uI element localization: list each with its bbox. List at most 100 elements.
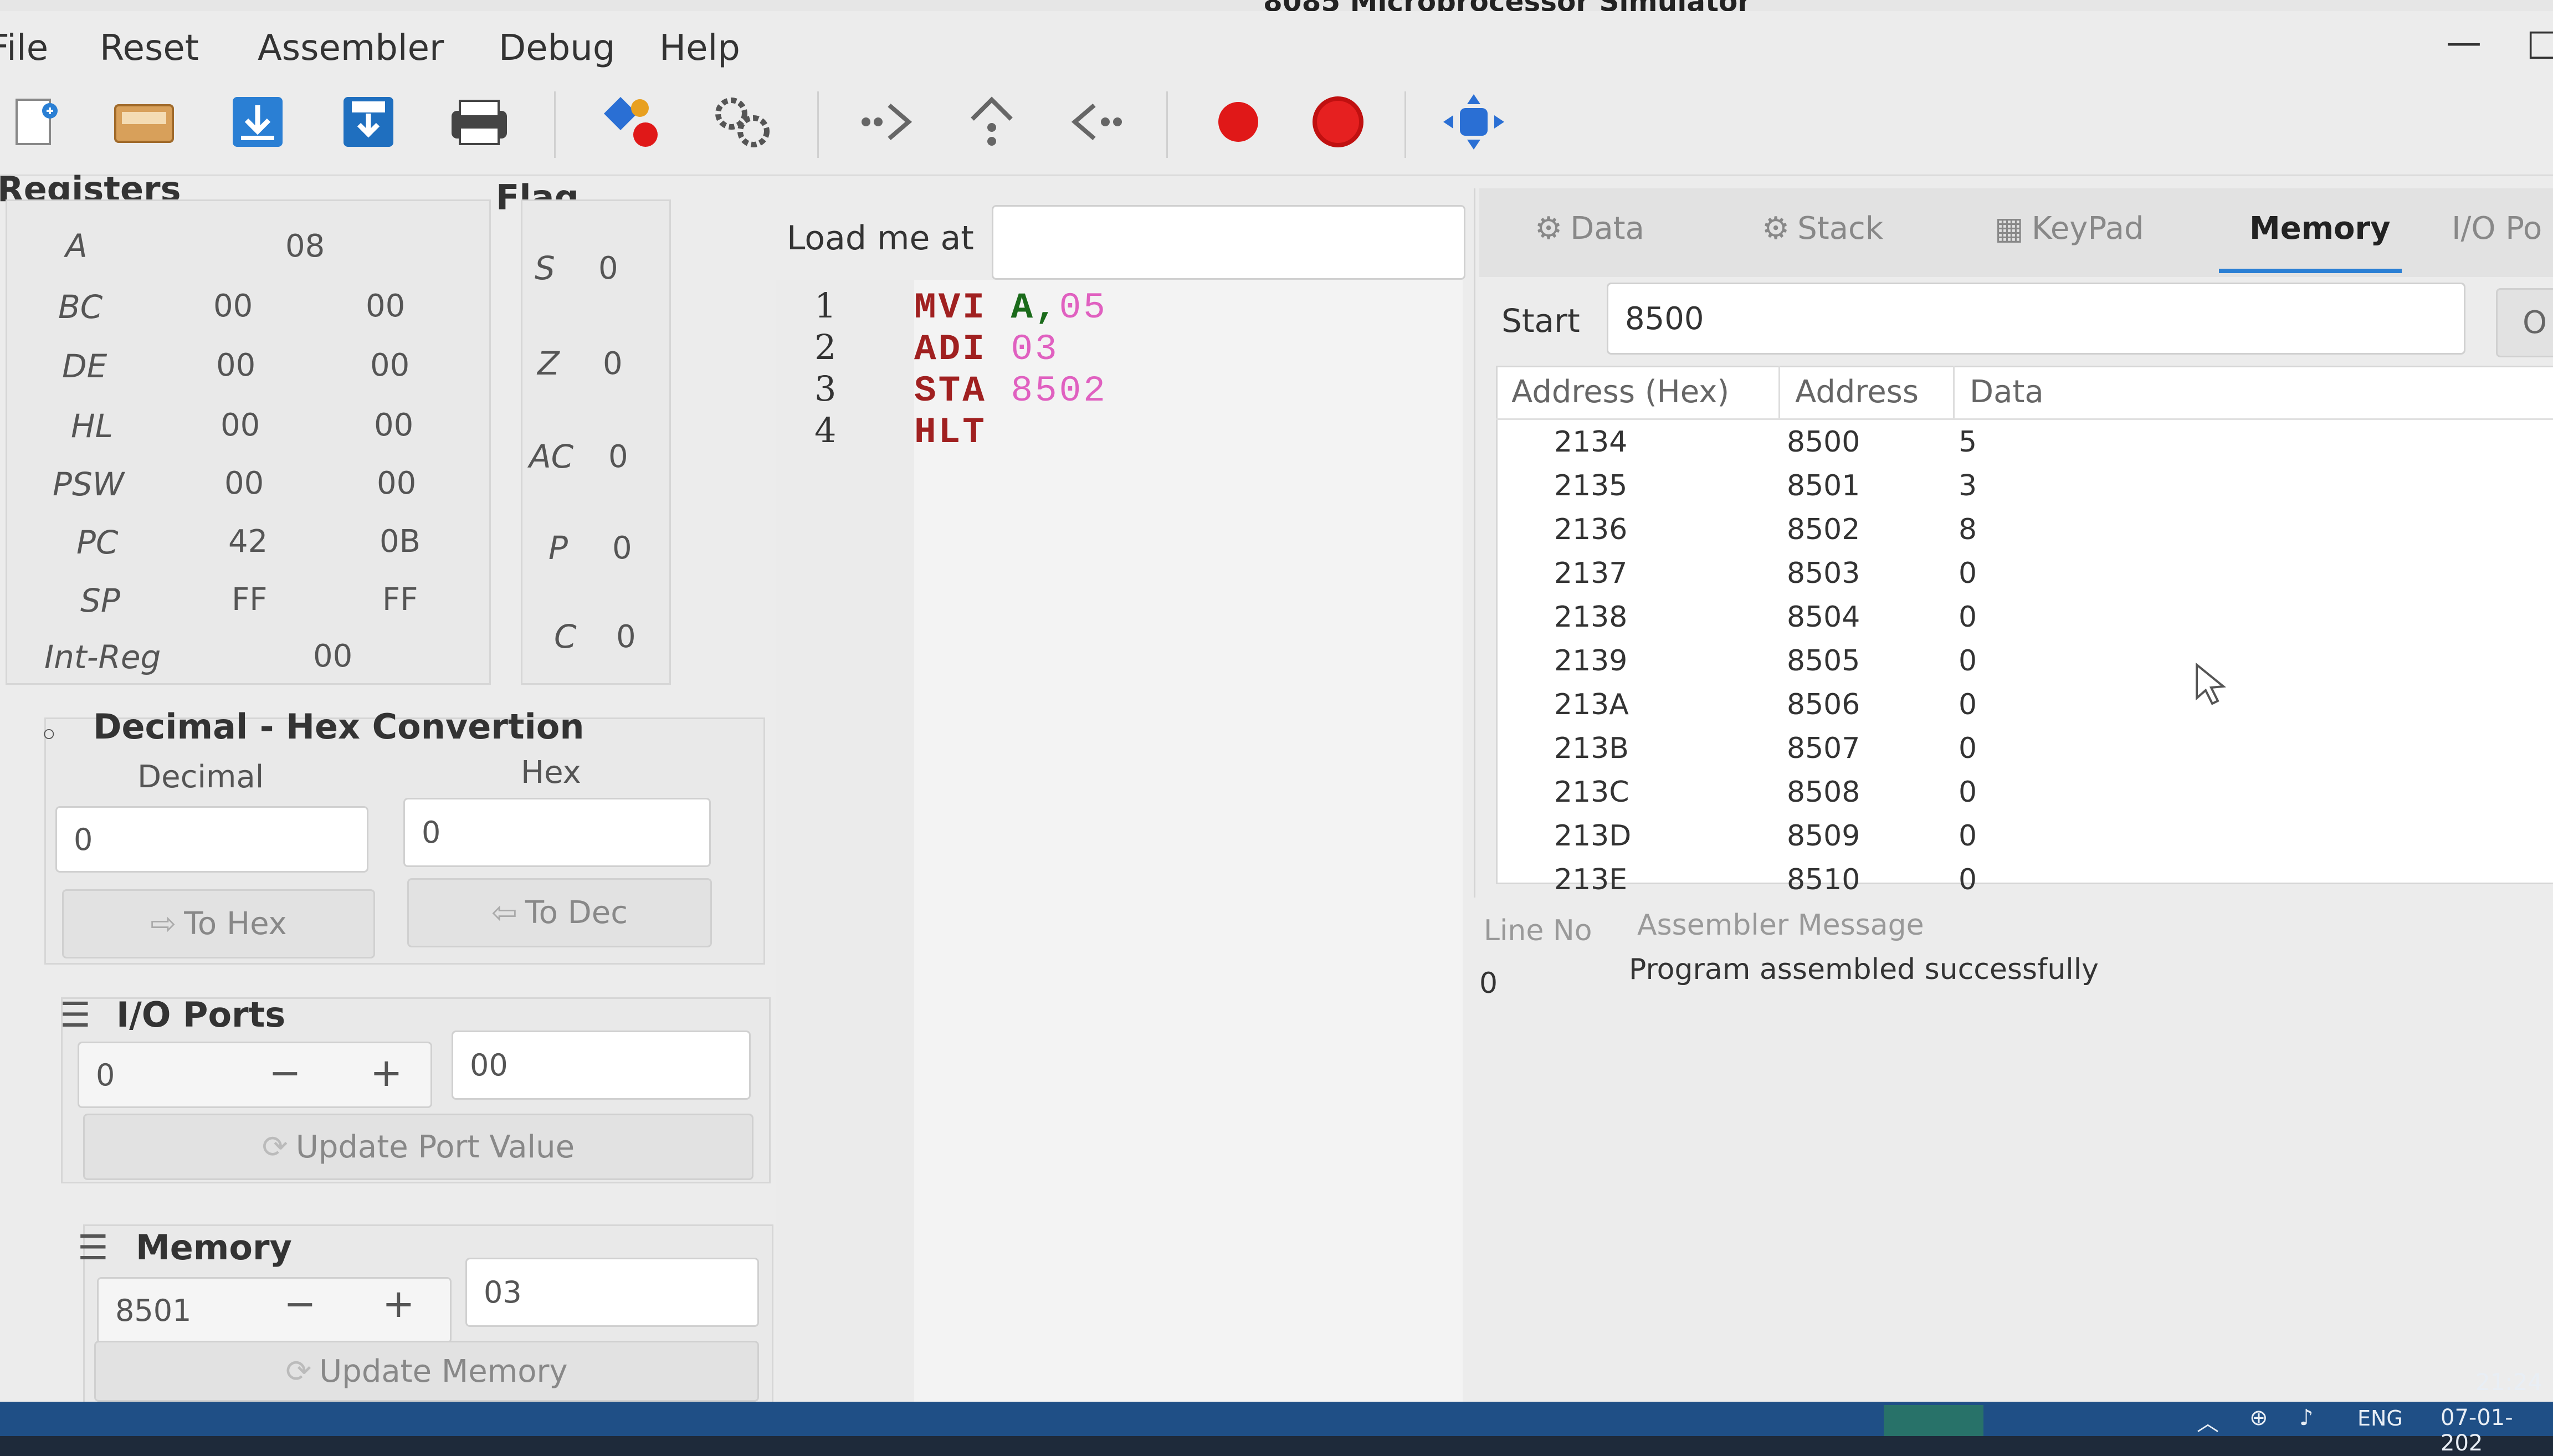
cell-data: 0 xyxy=(1959,644,1977,678)
language-indicator[interactable]: ENG xyxy=(2357,1406,2403,1431)
tab-data[interactable]: ⚙ Data xyxy=(1535,211,1644,247)
table-row[interactable] xyxy=(1498,465,2550,509)
arrow-right-icon: ⇨ xyxy=(150,906,177,942)
reg-a-value: 08 xyxy=(285,228,325,264)
step-over-icon[interactable] xyxy=(958,89,1025,155)
update-port-button[interactable]: ⟳ Update Port Value xyxy=(83,1114,753,1180)
table-row[interactable] xyxy=(1498,596,2550,640)
memory-increment-button[interactable]: + xyxy=(382,1281,415,1326)
maximize-button[interactable]: □ xyxy=(2526,22,2553,63)
decimal-label: Decimal xyxy=(137,759,264,795)
tab-memory[interactable]: Memory xyxy=(2249,211,2391,247)
table-row[interactable] xyxy=(1498,509,2550,552)
menu-lines-icon[interactable]: ☰ xyxy=(60,994,91,1035)
flag-z-label: Z xyxy=(537,345,560,382)
tray-chevron-icon[interactable]: ︿ xyxy=(2197,1405,2219,1437)
assemble-icon[interactable] xyxy=(598,89,665,155)
line-no-header: Line No xyxy=(1484,914,1592,947)
collapse-icon[interactable]: ◦ xyxy=(39,715,59,755)
to-dec-button[interactable]: ⇦ To Dec xyxy=(407,878,712,947)
to-hex-label: To Hex xyxy=(184,906,287,942)
column-header-data[interactable]: Data xyxy=(1970,374,2044,410)
cell-address-hex: 213A xyxy=(1554,688,1629,721)
load-address-input[interactable] xyxy=(992,205,1465,280)
breakpoint-red-icon[interactable] xyxy=(1205,89,1272,155)
move-crosshair-icon[interactable] xyxy=(1440,89,1507,155)
column-header-address-hex[interactable]: Address (Hex) xyxy=(1511,374,1729,410)
menu-assembler[interactable]: Assembler xyxy=(258,28,444,69)
go-button[interactable]: O xyxy=(2496,288,2553,357)
new-file-icon[interactable] xyxy=(3,89,69,155)
start-label: Start xyxy=(1501,302,1580,340)
line-number-gutter xyxy=(776,280,914,1436)
reg-e-value: 00 xyxy=(370,347,410,383)
reg-pc-label: PC xyxy=(76,524,119,561)
memory-decrement-button[interactable]: − xyxy=(284,1281,316,1326)
table-row[interactable] xyxy=(1498,684,2550,727)
tab-keypad[interactable]: ▦ KeyPad xyxy=(1995,211,2144,247)
table-row[interactable] xyxy=(1498,552,2550,596)
column-separator xyxy=(1953,366,1955,418)
menu-help[interactable]: Help xyxy=(659,28,740,69)
open-folder-icon[interactable] xyxy=(111,89,177,155)
update-memory-button[interactable]: ⟳ Update Memory xyxy=(94,1341,759,1402)
table-row[interactable] xyxy=(1498,640,2550,684)
column-header-address[interactable]: Address xyxy=(1795,374,1919,410)
menu-debug[interactable]: Debug xyxy=(499,28,615,69)
operand-value: 8502 xyxy=(1011,370,1108,412)
code-line: ADI 03 xyxy=(914,329,1059,370)
decimal-input[interactable]: 0 xyxy=(55,806,368,873)
clock-date[interactable]: 07-01-202 xyxy=(2441,1405,2553,1456)
port-decrement-button[interactable]: − xyxy=(269,1050,301,1095)
refresh-icon: ⟳ xyxy=(262,1129,288,1165)
reg-psw-hi-value: 00 xyxy=(224,465,264,501)
clock-time[interactable]: 21:24 xyxy=(2475,1368,2542,1396)
memory-value-input[interactable]: 03 xyxy=(465,1258,759,1327)
download-icon[interactable] xyxy=(224,89,291,155)
table-row[interactable] xyxy=(1498,815,2550,859)
assembler-message-header: Assembler Message xyxy=(1637,909,1924,942)
opcode: MVI xyxy=(914,287,987,329)
table-row[interactable] xyxy=(1498,771,2550,815)
menu-lines-icon[interactable]: ☰ xyxy=(78,1227,109,1268)
message-line-no: 0 xyxy=(1479,967,1498,1000)
flag-s-label: S xyxy=(535,249,555,287)
flag-c-label: C xyxy=(554,618,577,655)
save-icon[interactable] xyxy=(335,89,402,155)
reg-sp-label: SP xyxy=(80,582,120,619)
stop-red-icon[interactable] xyxy=(1305,89,1371,155)
menu-file[interactable]: File xyxy=(0,28,48,69)
port-value-input[interactable]: 00 xyxy=(452,1031,751,1100)
taskbar-app-button[interactable] xyxy=(1884,1405,1983,1436)
menu-reset[interactable]: Reset xyxy=(100,28,199,69)
network-icon[interactable]: ⊕ xyxy=(2249,1405,2268,1431)
cell-address-hex: 213C xyxy=(1554,776,1629,809)
step-forward-icon[interactable] xyxy=(856,89,922,155)
cell-address: 8502 xyxy=(1787,513,1860,546)
print-icon[interactable] xyxy=(446,89,512,155)
tab-stack[interactable]: ⚙ Stack xyxy=(1762,211,1883,247)
code-line: STA 8502 xyxy=(914,370,1108,412)
mouse-pointer-icon xyxy=(2194,662,2233,709)
reg-pc-lo-value: 0B xyxy=(380,524,421,560)
hex-input[interactable]: 0 xyxy=(403,798,711,867)
reg-hl-label: HL xyxy=(71,407,113,445)
table-row[interactable] xyxy=(1498,421,2550,465)
reg-h-value: 00 xyxy=(221,407,260,443)
arrow-left-icon: ⇦ xyxy=(491,895,517,931)
flag-c-value: 0 xyxy=(616,619,636,655)
step-back-icon[interactable] xyxy=(1061,89,1127,155)
toolbar xyxy=(0,80,2553,176)
port-increment-button[interactable]: + xyxy=(370,1050,403,1095)
minimize-button[interactable]: — xyxy=(2446,22,2482,63)
cell-address: 8508 xyxy=(1787,776,1860,809)
cell-data: 0 xyxy=(1959,863,1977,896)
table-row[interactable] xyxy=(1498,859,2550,903)
cell-address-hex: 2137 xyxy=(1554,557,1628,590)
to-hex-button[interactable]: ⇨ To Hex xyxy=(62,889,375,958)
settings-gears-icon[interactable] xyxy=(709,89,776,155)
table-row[interactable] xyxy=(1498,727,2550,771)
start-address-input[interactable]: 8500 xyxy=(1607,283,2465,355)
tab-io-ports[interactable]: I/O Po xyxy=(2452,211,2542,247)
volume-icon[interactable]: ♪ xyxy=(2299,1405,2314,1431)
